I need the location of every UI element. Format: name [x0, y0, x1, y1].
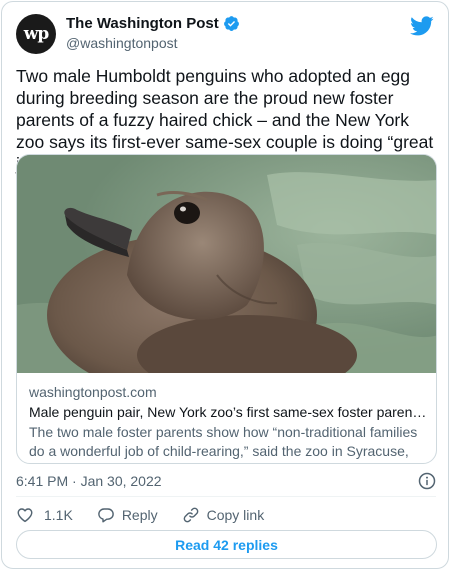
- twitter-bird-icon[interactable]: [410, 14, 434, 38]
- author-info: The Washington Post @washingtonpost: [66, 15, 240, 51]
- divider: [16, 496, 436, 497]
- link-card-meta: washingtonpost.com Male penguin pair, Ne…: [29, 383, 427, 463]
- heart-icon: [17, 508, 33, 523]
- handle[interactable]: @washingtonpost: [66, 35, 240, 51]
- verified-badge-icon: [223, 16, 239, 32]
- link-icon: [183, 507, 198, 523]
- link-title: Male penguin pair, New York zoo’s first …: [29, 404, 427, 420]
- tweet-header: wp The Washington Post @washingtonpost: [16, 14, 436, 54]
- link-description: The two male foster parents show how “no…: [29, 424, 418, 463]
- avatar[interactable]: wp: [16, 14, 56, 54]
- reply-bubble-icon: [97, 508, 114, 523]
- info-icon[interactable]: [418, 472, 436, 490]
- read-replies-button[interactable]: Read 42 replies: [16, 530, 437, 559]
- penguin-chick-photo[interactable]: [17, 155, 437, 373]
- avatar-logo-text: wp: [23, 24, 50, 44]
- tweet-card[interactable]: wp The Washington Post @washingtonpost T…: [1, 1, 449, 569]
- display-name[interactable]: The Washington Post: [66, 15, 219, 32]
- copy-link-label: Copy link: [206, 507, 265, 523]
- link-preview-card[interactable]: washingtonpost.com Male penguin pair, Ne…: [16, 154, 437, 464]
- reply-button[interactable]: Reply: [97, 506, 158, 524]
- link-domain: washingtonpost.com: [29, 384, 157, 400]
- tweet-timestamp[interactable]: 6:41 PM · Jan 30, 2022: [16, 473, 162, 489]
- timestamp-row: 6:41 PM · Jan 30, 2022: [16, 472, 436, 492]
- tweet-actions: 1.1K Reply Copy link: [16, 505, 288, 525]
- like-count: 1.1K: [44, 507, 73, 523]
- copy-link-button[interactable]: Copy link: [182, 506, 265, 524]
- display-name-row: The Washington Post: [66, 15, 240, 32]
- reply-label: Reply: [121, 507, 158, 523]
- like-button[interactable]: 1.1K: [16, 506, 73, 524]
